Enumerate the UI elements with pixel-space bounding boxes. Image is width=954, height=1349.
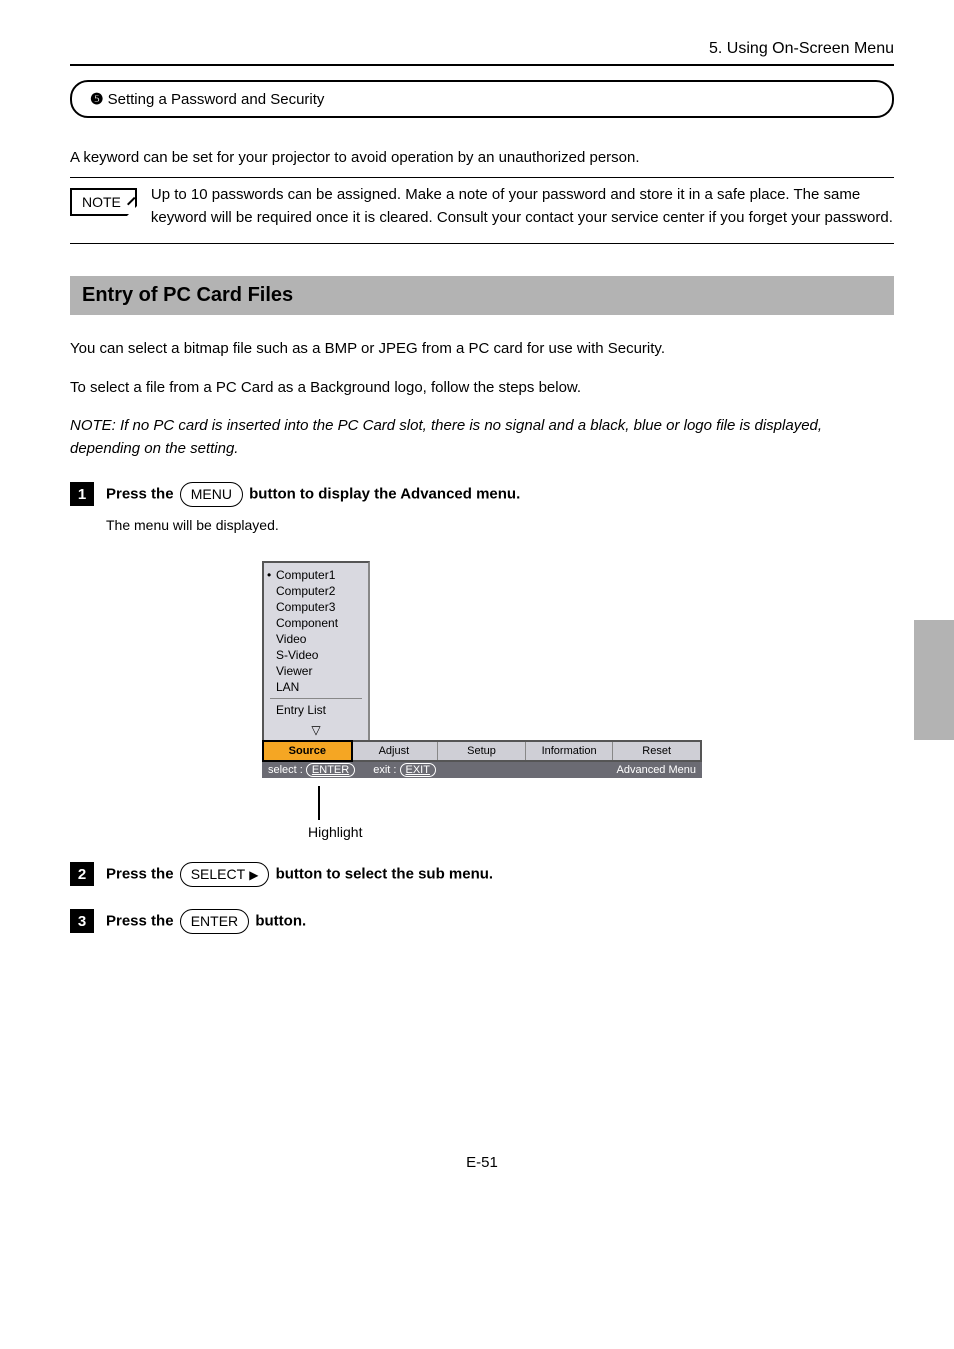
chapter-title: 5. Using On-Screen Menu: [709, 40, 894, 57]
osd-tab-reset[interactable]: Reset: [613, 742, 700, 760]
security-lead-text: A keyword can be set for your projector …: [70, 146, 894, 169]
osd-item-svideo[interactable]: S-Video: [264, 647, 368, 663]
security-section-box: ❺ Setting a Password and Security: [70, 80, 894, 118]
step-1-number: 1: [70, 482, 94, 506]
step-3-text-after: button.: [255, 913, 306, 930]
osd-dropdown-more-arrow[interactable]: ▽: [262, 722, 370, 740]
triangle-right-icon: ▶: [249, 866, 258, 884]
select-key-label: SELECT: [191, 864, 245, 885]
enter-key-pill: ENTER: [180, 909, 249, 934]
osd-item-computer1[interactable]: Computer1: [264, 567, 368, 583]
osd-status-enter-key: ENTER: [306, 763, 355, 777]
annotation-line: [318, 786, 320, 820]
osd-screenshot: Computer1 Computer2 Computer3 Component …: [70, 561, 894, 778]
step-1-sub: The menu will be displayed.: [106, 517, 894, 533]
osd-tab-adjust[interactable]: Adjust: [351, 742, 439, 760]
osd-item-computer3[interactable]: Computer3: [264, 599, 368, 615]
step-3-text-before: Press the: [106, 913, 178, 930]
note-label: NOTE: [82, 194, 121, 210]
note-icon: NOTE: [70, 188, 137, 216]
section-title: Entry of PC Card Files: [70, 276, 894, 315]
osd-tab-source[interactable]: Source: [262, 740, 353, 762]
page-number: E-51: [466, 1154, 498, 1171]
osd-source-dropdown[interactable]: Computer1 Computer2 Computer3 Component …: [262, 561, 370, 724]
osd-tab-information[interactable]: Information: [526, 742, 614, 760]
step-2: 2 Press the SELECT ▶ button to select th…: [70, 862, 894, 887]
section-intro-1: You can select a bitmap file such as a B…: [70, 337, 894, 360]
side-chapter-tab: [914, 620, 954, 740]
chevron-down-icon: ▽: [311, 723, 320, 737]
osd-status-exit-key: EXIT: [400, 763, 436, 777]
menu-key-label: MENU: [191, 484, 232, 505]
section-number: ❺: [90, 91, 103, 108]
enter-key-label: ENTER: [191, 911, 238, 932]
page-header: 5. Using On-Screen Menu: [70, 40, 894, 66]
step-1-text-before: Press the: [106, 486, 178, 503]
osd-item-entrylist[interactable]: Entry List: [264, 702, 368, 718]
select-right-key-pill: SELECT ▶: [180, 862, 270, 887]
osd-status-right: Advanced Menu: [617, 764, 697, 776]
section-inline-note: NOTE: If no PC card is inserted into the…: [70, 414, 894, 461]
osd-dropdown-divider: [270, 698, 362, 699]
osd-item-component[interactable]: Component: [264, 615, 368, 631]
osd-item-viewer[interactable]: Viewer: [264, 663, 368, 679]
note-block: NOTE Up to 10 passwords can be assigned.…: [70, 177, 894, 244]
osd-tab-bar: Source Adjust Setup Information Reset: [262, 740, 702, 762]
step-3: 3 Press the ENTER button.: [70, 909, 894, 934]
note-body: Up to 10 passwords can be assigned. Make…: [151, 184, 894, 229]
osd-status-select-label: select :: [268, 764, 303, 776]
osd-annotation: Highlight: [262, 786, 702, 840]
menu-key-pill: MENU: [180, 482, 243, 507]
osd-tab-setup[interactable]: Setup: [438, 742, 526, 760]
step-3-number: 3: [70, 909, 94, 933]
osd-item-video[interactable]: Video: [264, 631, 368, 647]
step-2-text-before: Press the: [106, 866, 178, 883]
annotation-label: Highlight: [308, 820, 702, 840]
page-footer: E-51: [70, 1154, 894, 1171]
step-2-number: 2: [70, 862, 94, 886]
osd-status-bar: select : ENTER exit : EXIT Advanced Menu: [262, 762, 702, 778]
section-intro-2: To select a file from a PC Card as a Bac…: [70, 376, 894, 399]
step-1: 1 Press the MENU button to display the A…: [70, 482, 894, 507]
step-1-text-after: button to display the Advanced menu.: [249, 486, 520, 503]
security-heading: Setting a Password and Security: [108, 91, 325, 108]
osd-status-exit-label: exit :: [373, 764, 396, 776]
osd-item-lan[interactable]: LAN: [264, 679, 368, 695]
step-2-text-after: button to select the sub menu.: [276, 866, 494, 883]
osd-item-computer2[interactable]: Computer2: [264, 583, 368, 599]
